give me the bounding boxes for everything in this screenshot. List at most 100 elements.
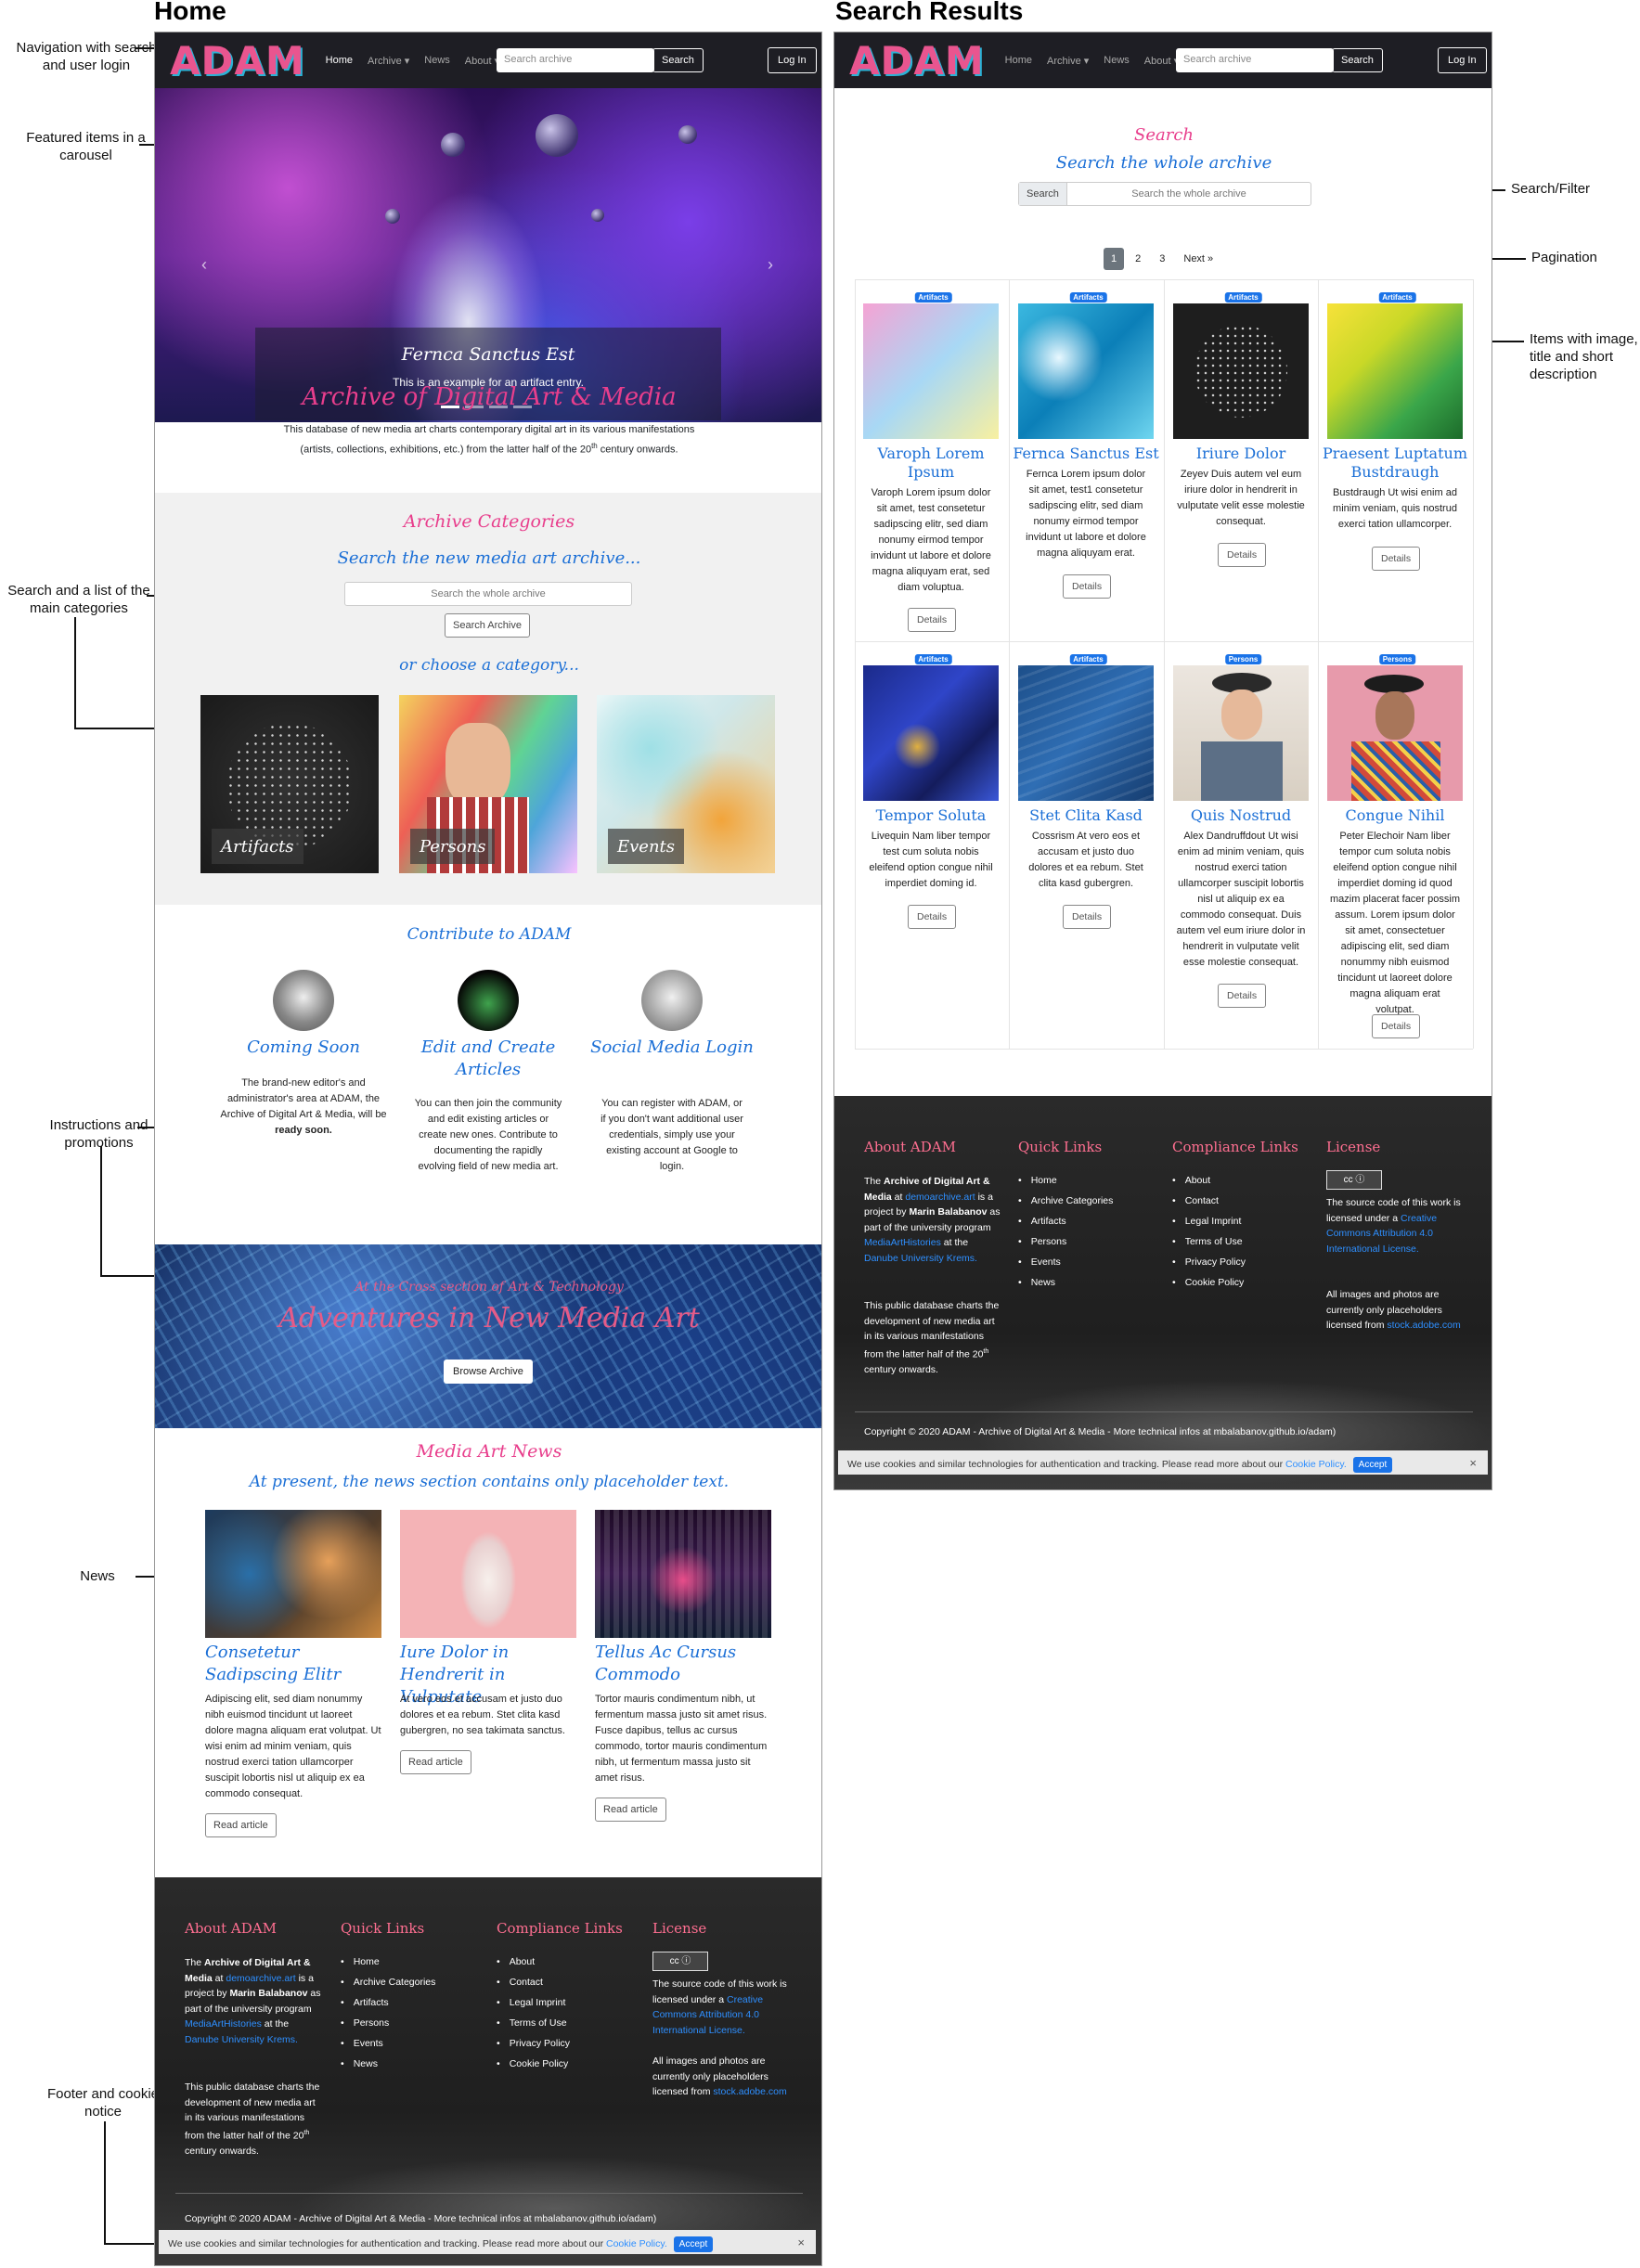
cc-license-icon[interactable]: cc ⓘ [652, 1952, 708, 1971]
item-title[interactable]: Iriure Dolor [1167, 445, 1315, 463]
nav-home[interactable]: Home [326, 55, 353, 67]
footer-link[interactable]: News [341, 2054, 435, 2074]
result-item[interactable]: Persons Quis Nostrud Alex Dandruffdout U… [1167, 654, 1320, 1044]
search-archive-button[interactable]: Search Archive [445, 613, 530, 638]
footer-link[interactable]: Terms of Use [497, 2013, 570, 2033]
footer-link[interactable]: Cookie Policy [497, 2054, 570, 2074]
read-article-button[interactable]: Read article [595, 1798, 666, 1822]
page-1[interactable]: 1 [1104, 248, 1125, 270]
adobe-stock-link[interactable]: stock.adobe.com [713, 2086, 786, 2097]
cookie-accept-button[interactable]: Accept [673, 2236, 714, 2252]
nav-about[interactable]: About ▾ [1144, 55, 1179, 67]
cc-license-icon[interactable]: cc ⓘ [1326, 1170, 1382, 1190]
footer-link[interactable]: Home [341, 1952, 435, 1972]
search-input[interactable]: Search archive [1176, 48, 1334, 72]
result-item[interactable]: Artifacts Tempor Soluta Livequin Nam lib… [857, 654, 1010, 1044]
carousel-next-icon[interactable]: › [768, 255, 773, 275]
search-input[interactable]: Search archive [497, 48, 654, 72]
details-button[interactable]: Details [1372, 547, 1421, 571]
footer-link[interactable]: Legal Imprint [1172, 1211, 1246, 1231]
mediaarthistories-link[interactable]: MediaArtHistories [864, 1237, 941, 1248]
result-item[interactable]: Persons Congue Nihil Peter Elechoir Nam … [1321, 654, 1474, 1044]
nav-archive[interactable]: Archive ▾ [368, 55, 409, 67]
logo[interactable]: ADAM [170, 38, 305, 84]
category-search-input[interactable]: Search the whole archive [344, 582, 632, 606]
footer-link[interactable]: Privacy Policy [1172, 1252, 1246, 1272]
result-item[interactable]: Artifacts Stet Clita Kasd Cossrism At ve… [1012, 654, 1165, 1044]
login-button[interactable]: Log In [1438, 47, 1487, 73]
close-icon[interactable]: × [1469, 1456, 1477, 1470]
details-button[interactable]: Details [1218, 543, 1267, 567]
footer-link[interactable]: Persons [1018, 1231, 1113, 1252]
close-icon[interactable]: × [797, 2236, 805, 2249]
item-title[interactable]: Congue Nihil [1321, 806, 1469, 825]
page-next[interactable]: Next » [1176, 248, 1220, 270]
footer-link[interactable]: Persons [341, 2013, 435, 2033]
details-button[interactable]: Details [1063, 574, 1112, 599]
nav-archive[interactable]: Archive ▾ [1047, 55, 1089, 67]
details-button[interactable]: Details [1218, 984, 1267, 1008]
adobe-stock-link[interactable]: stock.adobe.com [1387, 1320, 1460, 1331]
read-article-button[interactable]: Read article [205, 1813, 277, 1837]
footer-link[interactable]: Terms of Use [1172, 1231, 1246, 1252]
search-button[interactable]: Search [652, 48, 704, 72]
read-article-button[interactable]: Read article [400, 1750, 471, 1774]
login-button[interactable]: Log In [768, 47, 817, 73]
footer-link[interactable]: Events [1018, 1252, 1113, 1272]
page-2[interactable]: 2 [1128, 248, 1148, 270]
footer-link[interactable]: Contact [497, 1972, 570, 1992]
item-title[interactable]: Quis Nostrud [1167, 806, 1315, 825]
footer-link[interactable]: Privacy Policy [497, 2033, 570, 2054]
footer-link[interactable]: Cookie Policy [1172, 1272, 1246, 1293]
nav-about[interactable]: About ▾ [465, 55, 499, 67]
result-item[interactable]: Artifacts Iriure Dolor Zeyev Duis autem … [1167, 292, 1320, 636]
nav-news[interactable]: News [424, 55, 450, 67]
carousel-prev-icon[interactable]: ‹ [201, 255, 207, 275]
browse-archive-button[interactable]: Browse Archive [444, 1360, 533, 1384]
cookie-accept-button[interactable]: Accept [1352, 1457, 1393, 1473]
category-events[interactable]: Events [597, 695, 775, 873]
footer-link[interactable]: Contact [1172, 1191, 1246, 1211]
search-button[interactable]: Search [1332, 48, 1383, 72]
footer-link[interactable]: Events [341, 2033, 435, 2054]
footer-link[interactable]: News [1018, 1272, 1113, 1293]
result-item[interactable]: Artifacts Varoph Lorem Ipsum Varoph Lore… [857, 292, 1010, 636]
details-button[interactable]: Details [908, 608, 957, 632]
category-persons[interactable]: Persons [399, 695, 577, 873]
footer-link[interactable]: About [1172, 1170, 1246, 1191]
danube-link[interactable]: Danube University Krems. [185, 2034, 298, 2045]
demoarchive-link[interactable]: demoarchive.art [226, 1973, 295, 1984]
news-image[interactable] [205, 1510, 381, 1638]
logo[interactable]: ADAM [849, 38, 985, 84]
mediaarthistories-link[interactable]: MediaArtHistories [185, 2018, 262, 2030]
news-image[interactable] [595, 1510, 771, 1638]
news-item-title[interactable]: Tellus Ac Cursus Commodo [595, 1642, 771, 1686]
item-title[interactable]: Tempor Soluta [857, 806, 1005, 825]
item-title[interactable]: Stet Clita Kasd [1012, 806, 1160, 825]
item-title[interactable]: Fernca Sanctus Est [1012, 445, 1160, 463]
page-3[interactable]: 3 [1152, 248, 1172, 270]
footer-link[interactable]: Archive Categories [1018, 1191, 1114, 1211]
footer-link[interactable]: Home [1018, 1170, 1113, 1191]
category-artifacts[interactable]: Artifacts [200, 695, 379, 873]
footer-link[interactable]: Artifacts [341, 1992, 435, 2013]
item-title[interactable]: Praesent Luptatum Bustdraugh [1321, 445, 1469, 482]
footer-link[interactable]: Archive Categories [341, 1972, 436, 1992]
demoarchive-link[interactable]: demoarchive.art [905, 1192, 975, 1203]
cookie-policy-link[interactable]: Cookie Policy. [1285, 1459, 1347, 1470]
nav-home[interactable]: Home [1005, 55, 1032, 67]
news-image[interactable] [400, 1510, 576, 1638]
news-item-title[interactable]: Consetetur Sadipscing Elitr [205, 1642, 381, 1686]
details-button[interactable]: Details [1063, 905, 1112, 929]
footer-link[interactable]: Legal Imprint [497, 1992, 570, 2013]
footer-link[interactable]: About [497, 1952, 570, 1972]
details-button[interactable]: Details [908, 905, 957, 929]
footer-link[interactable]: Artifacts [1018, 1211, 1113, 1231]
result-item[interactable]: Artifacts Fernca Sanctus Est Fernca Lore… [1012, 292, 1165, 636]
result-item[interactable]: Artifacts Praesent Luptatum Bustdraugh B… [1321, 292, 1474, 636]
cookie-policy-link[interactable]: Cookie Policy. [606, 2238, 667, 2249]
search-filter-input[interactable]: Search the whole archive [1067, 188, 1311, 200]
nav-news[interactable]: News [1104, 55, 1130, 67]
details-button[interactable]: Details [1372, 1014, 1421, 1038]
danube-link[interactable]: Danube University Krems. [864, 1253, 977, 1264]
